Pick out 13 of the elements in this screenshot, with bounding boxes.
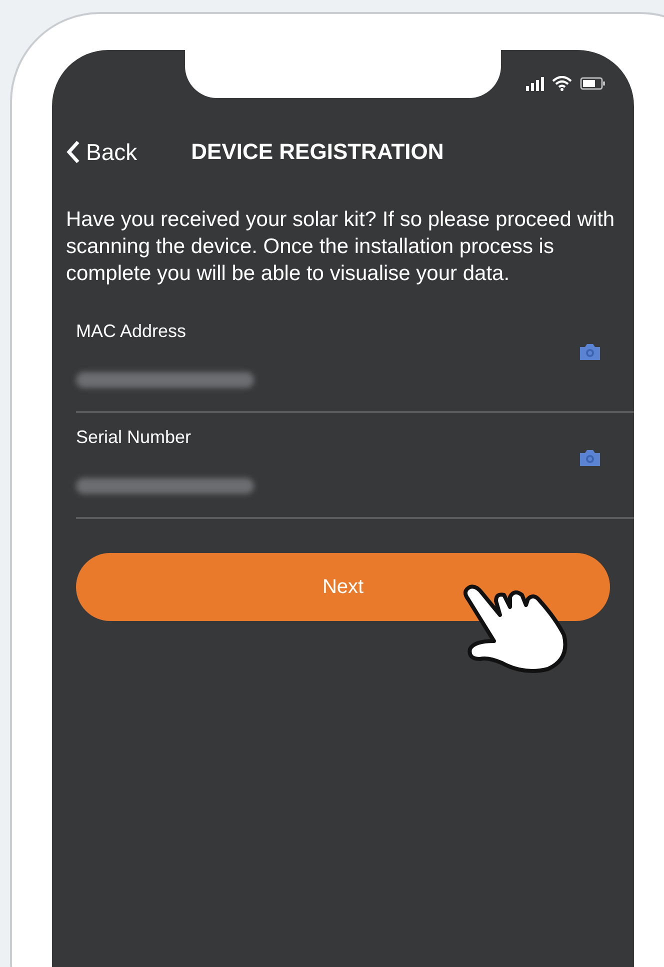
back-button[interactable]: Back: [66, 138, 138, 166]
field-label: MAC Address: [76, 321, 188, 342]
field-label: Serial Number: [76, 427, 192, 448]
input-field[interactable]: Serial Number: [76, 413, 634, 519]
camera-icon[interactable]: [578, 449, 602, 467]
back-chevron-icon: [66, 140, 80, 164]
battery-icon: [580, 77, 606, 90]
page-title: DEVICE REGISTRATION: [191, 139, 444, 165]
intro-text: Have you received your solar kit? If so please proceed with scanning the device. Once the installation process is complete you will be able to visualise your data.: [66, 207, 616, 287]
wifi-icon: [552, 76, 572, 91]
camera-icon[interactable]: [578, 343, 602, 361]
signal-icon: [526, 76, 544, 90]
input-field[interactable]: MAC Address: [76, 307, 634, 413]
